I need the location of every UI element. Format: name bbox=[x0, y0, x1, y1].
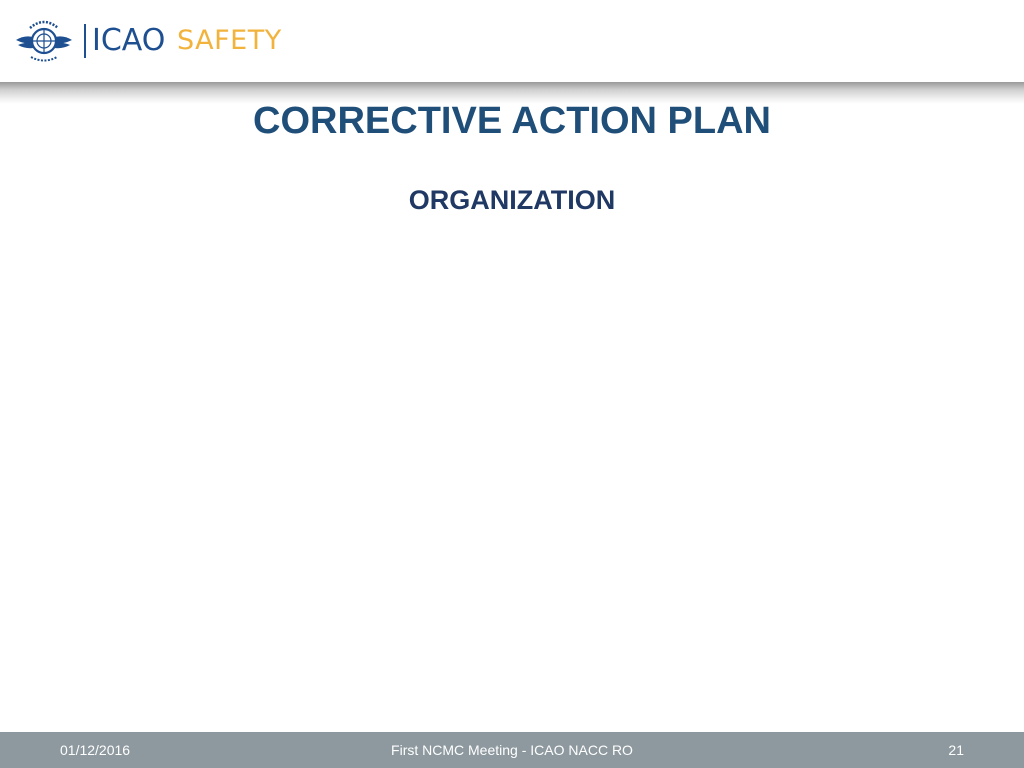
icao-logo-text: ICAO bbox=[92, 23, 166, 58]
slide-subtitle: ORGANIZATION bbox=[408, 185, 616, 215]
safety-tagline: SAFETY bbox=[177, 25, 282, 56]
footer-date: 01/12/2016 bbox=[60, 742, 131, 758]
logo-divider bbox=[84, 24, 86, 58]
un-icao-emblem-icon bbox=[16, 20, 72, 62]
footer-bar: First NCMC Meeting - ICAO NACC RO 01/12/… bbox=[0, 732, 1024, 768]
slide-title: CORRECTIVE ACTION PLAN bbox=[253, 100, 771, 142]
slide: ICAO SAFETY CORRECTIVE ACTION PLAN ORGAN… bbox=[0, 0, 1024, 768]
footer-meeting-title: First NCMC Meeting - ICAO NACC RO bbox=[391, 742, 633, 758]
footer-page-number: 21 bbox=[948, 742, 964, 758]
